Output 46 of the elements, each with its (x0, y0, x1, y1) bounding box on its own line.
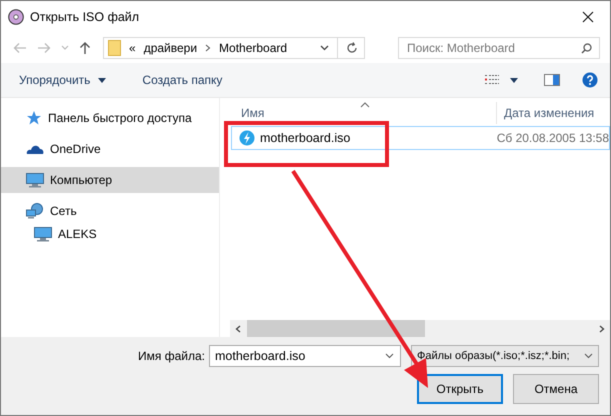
view-list-icon[interactable] (484, 74, 500, 86)
search-field[interactable]: Поиск: Motherboard (398, 37, 600, 59)
toolbar-button[interactable]: Создать папку (134, 71, 230, 89)
sidebar-item[interactable]: OneDrive (1, 136, 219, 162)
toolbar-button[interactable]: Упорядочить (11, 71, 114, 89)
up-arrow-icon[interactable] (79, 41, 91, 55)
cloud-icon (26, 143, 44, 155)
chevron-down-icon[interactable] (320, 45, 329, 51)
refresh-icon[interactable] (346, 42, 358, 54)
dialog-button[interactable]: Открыть (417, 374, 503, 404)
file-date: Сб 20.08.2005 13:58 (496, 131, 609, 145)
file-type-dropdown[interactable]: Файлы образы(*.iso;*.isz;*.bin; (411, 345, 599, 367)
horizontal-scrollbar[interactable] (230, 320, 610, 337)
dialog-button[interactable]: Отмена (513, 374, 599, 404)
breadcrumb[interactable]: драйвери (144, 41, 198, 55)
star-icon (26, 110, 42, 126)
scroll-right-icon[interactable] (599, 324, 605, 332)
chevron-right-icon (205, 44, 212, 52)
address-bar[interactable]: « драйвери Motherboard (103, 37, 365, 59)
caret-icon[interactable] (510, 78, 518, 82)
file-row[interactable]: motherboard.iso Сб 20.08.2005 13:58 (231, 126, 610, 150)
file-name: motherboard.iso (260, 131, 350, 145)
sidebar-item[interactable]: Компьютер (1, 167, 219, 193)
breadcrumb[interactable]: Motherboard (219, 41, 288, 55)
path-overflow[interactable]: « (129, 41, 136, 55)
window-title: Открыть ISO файл (30, 10, 140, 24)
folder-icon (108, 40, 121, 56)
monitor-icon (26, 172, 44, 188)
close-icon (582, 11, 594, 23)
globe-monitor-icon (26, 203, 44, 219)
help-icon[interactable] (582, 72, 598, 88)
sidebar-item[interactable]: Панель быстрого доступа (1, 105, 219, 131)
search-icon (581, 43, 592, 54)
lightning-disc-icon (239, 130, 255, 146)
column-header[interactable]: Дата изменения (496, 102, 610, 124)
chevron-down-icon[interactable] (385, 353, 394, 359)
file-name-label: Имя файла: (138, 349, 205, 363)
sidebar-item[interactable]: Сеть (1, 198, 219, 224)
monitor-icon (34, 226, 52, 242)
sidebar-item[interactable]: ALEKS (1, 221, 219, 247)
scroll-left-icon[interactable] (235, 324, 241, 332)
disc-icon (8, 9, 24, 25)
column-header[interactable]: Имя (231, 102, 496, 124)
file-name-field[interactable]: motherboard.iso (209, 345, 401, 367)
preview-pane-icon[interactable] (544, 74, 560, 86)
chevron-down-icon (584, 353, 593, 359)
